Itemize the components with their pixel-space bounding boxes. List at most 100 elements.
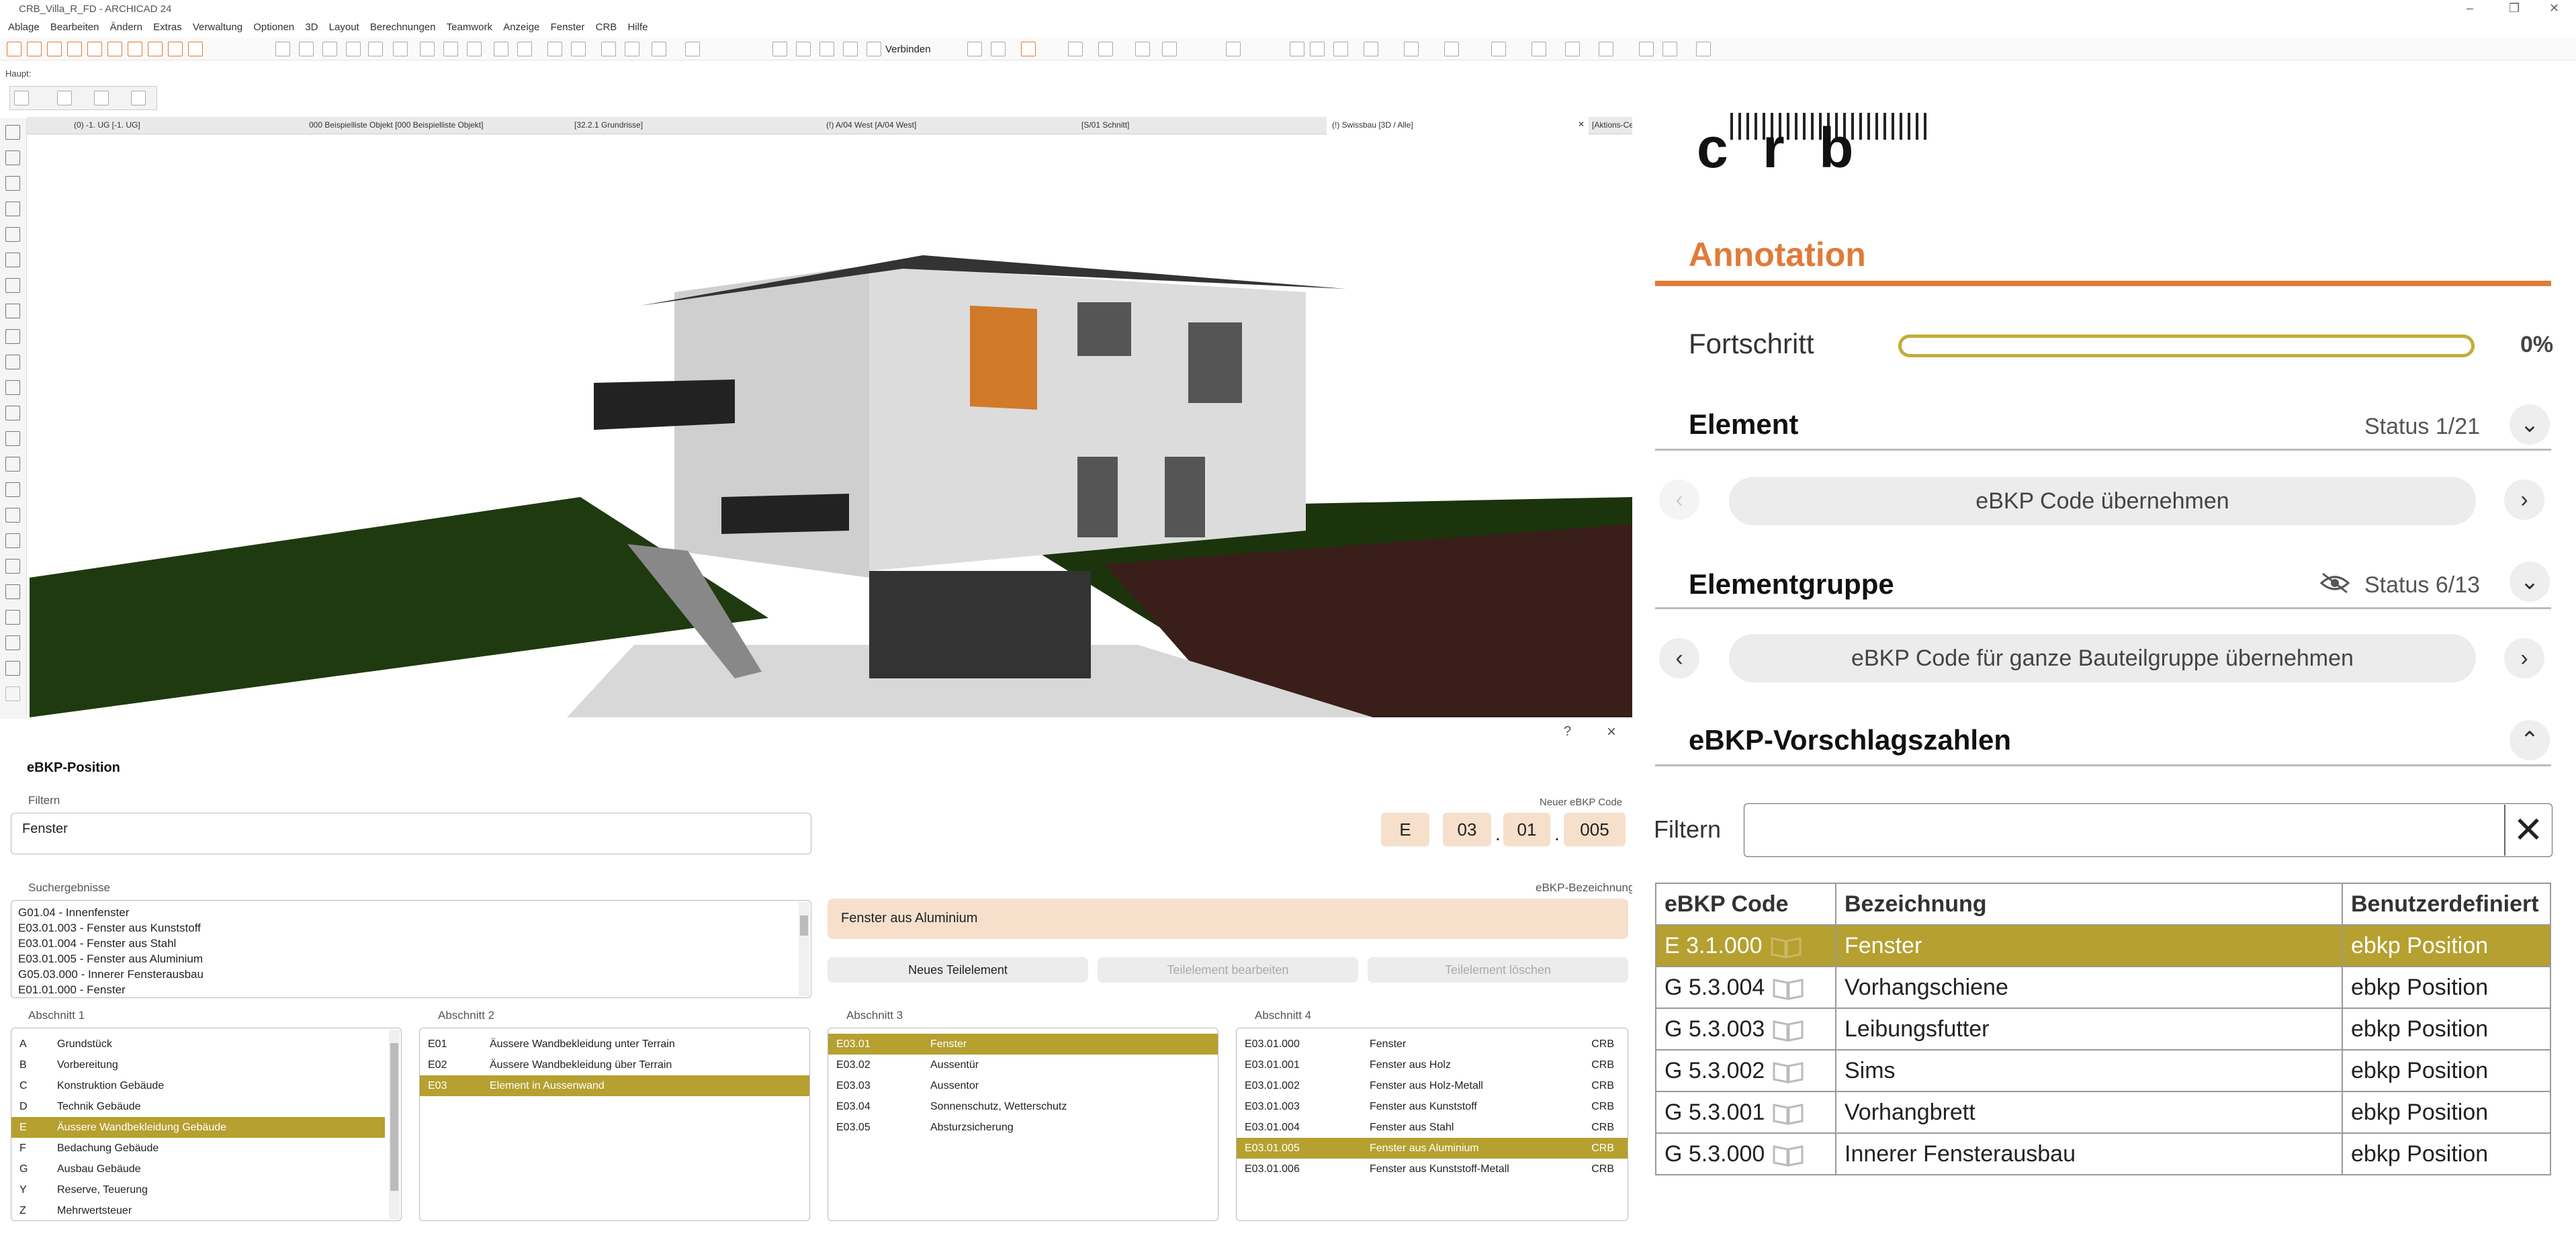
list-item[interactable]: F Bedachung Gebäude — [11, 1138, 401, 1159]
element-prev-icon[interactable]: ‹ — [1659, 480, 1699, 520]
restore-icon[interactable]: ❐ — [2509, 1, 2520, 15]
list-item[interactable]: Z Mehrwertsteuer — [11, 1200, 401, 1220]
grid-snap-icon[interactable] — [571, 42, 586, 56]
arrow-select-icon[interactable] — [14, 91, 29, 105]
section2-list[interactable]: E01 Äussere Wandbekleidung unter Terrain … — [419, 1028, 810, 1221]
menu-anzeige[interactable]: Anzeige — [503, 21, 539, 33]
camera-icon[interactable] — [1599, 42, 1613, 56]
list-item[interactable]: E03.02 Aussentür — [828, 1055, 1218, 1075]
menu-crb[interactable]: CRB — [596, 21, 617, 33]
result-item[interactable]: E03.01.004 - Fenster aus Stahl — [11, 937, 811, 952]
book-icon[interactable] — [1771, 1019, 1805, 1042]
list-item[interactable]: D Technik Gebäude — [11, 1096, 401, 1117]
print-icon[interactable] — [368, 42, 383, 56]
layers-icon[interactable] — [67, 42, 82, 56]
object-tool-icon[interactable] — [5, 431, 20, 446]
adjust-icon[interactable] — [867, 42, 881, 56]
list-item[interactable]: E03.05 Absturzsicherung — [828, 1117, 1218, 1138]
house-icon[interactable] — [1290, 42, 1304, 56]
list-item[interactable]: E03.01.000 Fenster CRB — [1237, 1034, 1628, 1055]
mesh-tool-icon[interactable] — [5, 482, 20, 497]
results-scrollbar[interactable] — [799, 902, 809, 996]
group-prev-icon[interactable]: ‹ — [1659, 638, 1699, 678]
stair-tool-icon[interactable] — [5, 329, 20, 344]
book-icon[interactable] — [1771, 1144, 1805, 1167]
menu-ablage[interactable]: Ablage — [8, 21, 40, 33]
code-part-3[interactable]: 01 — [1503, 813, 1550, 846]
verbinden-label[interactable]: Verbinden — [885, 44, 931, 55]
link-icon[interactable] — [188, 42, 203, 56]
section4-list[interactable]: E03.01.000 Fenster CRB E03.01.001 Fenster a… — [1236, 1028, 1628, 1221]
split-icon[interactable] — [796, 42, 811, 56]
table-row[interactable]: G 5.3.004 Vorhangschiene ebkp Position — [1655, 966, 2551, 1009]
menu-extras[interactable]: Extras — [153, 21, 182, 33]
beam-tool-icon[interactable] — [5, 253, 20, 267]
tag-icon[interactable] — [1162, 42, 1177, 56]
book-icon[interactable] — [1769, 936, 1803, 958]
magic-wand-icon[interactable] — [601, 42, 616, 56]
teamwork-icon[interactable] — [168, 42, 183, 56]
tab-ug[interactable]: (0) -1. UG [-1. UG] — [74, 120, 140, 130]
marquee-icon[interactable] — [57, 91, 72, 105]
code-part-2[interactable]: 03 — [1443, 813, 1491, 846]
new-subelement-button[interactable]: Neues Teilelement — [828, 957, 1088, 983]
marquee-tool-icon[interactable] — [5, 150, 20, 165]
menu-optionen[interactable]: Optionen — [253, 21, 294, 33]
save-as-icon[interactable] — [346, 42, 361, 56]
delete-subelement-button[interactable]: Teilelement löschen — [1368, 957, 1628, 983]
result-item[interactable]: G05.03.000 - Innerer Fensterausbau — [11, 968, 811, 983]
list-item[interactable]: E03.04 Sonnenschutz, Wetterschutz — [828, 1096, 1218, 1117]
building-icon[interactable] — [1333, 42, 1348, 56]
save-icon[interactable] — [47, 42, 62, 56]
tab-beispielliste[interactable]: 000 Beispielliste Objekt [000 Beispielli… — [309, 120, 483, 130]
distribute-icon[interactable] — [843, 42, 858, 56]
globe-icon[interactable] — [1696, 42, 1711, 56]
section3-list[interactable]: E03.01 Fenster E03.02 Aussentür E03.03 Auss… — [828, 1028, 1218, 1221]
section1-list[interactable]: A Grundstück B Vorbereitung C Konstruktion … — [11, 1028, 402, 1221]
tab-close-icon[interactable]: ✕ — [1578, 120, 1585, 129]
group-next-icon[interactable]: › — [2504, 638, 2544, 678]
element-next-icon[interactable]: › — [2504, 480, 2544, 520]
pencil-icon[interactable] — [685, 42, 700, 56]
roof-tool-icon[interactable] — [5, 304, 20, 318]
cut-icon[interactable] — [420, 42, 435, 56]
menu-teamwork[interactable]: Teamwork — [447, 21, 492, 33]
column-tool-icon[interactable] — [5, 227, 20, 242]
curtain-wall-tool-icon[interactable] — [5, 508, 20, 523]
list-item[interactable]: E03.01.001 Fenster aus Holz CRB — [1237, 1055, 1628, 1075]
roof-icon[interactable] — [1364, 42, 1378, 56]
tab-swissbau[interactable]: (!) Swissbau [3D / Alle] ✕ — [1327, 117, 1589, 134]
eye-off-icon[interactable] — [2319, 571, 2351, 595]
list-item-selected[interactable]: E03.01 Fenster — [828, 1034, 1218, 1055]
section-icon[interactable] — [1098, 42, 1113, 56]
new-file-icon[interactable] — [275, 42, 290, 56]
figure-tool-icon[interactable] — [5, 610, 20, 625]
lamp-tool-icon[interactable] — [5, 584, 20, 599]
list-item[interactable]: B Vorbereitung — [11, 1055, 401, 1075]
menu-berechnungen[interactable]: Berechnungen — [370, 21, 436, 33]
table-row[interactable]: G 5.3.000 Innerer Fensterausbau ebkp Pos… — [1655, 1132, 2551, 1175]
trim-icon[interactable] — [772, 42, 787, 56]
list-item[interactable]: E03.03 Aussentor — [828, 1075, 1218, 1096]
wall-tool-icon[interactable] — [5, 176, 20, 191]
list-item[interactable]: A Grundstück — [11, 1034, 401, 1055]
skylight-tool-icon[interactable] — [5, 559, 20, 574]
window-layout-icon[interactable] — [1639, 42, 1654, 56]
result-item[interactable]: E03.01.003 - Fenster aus Kunststoff — [11, 922, 811, 937]
clear-filter-icon[interactable]: ✕ — [2504, 805, 2551, 856]
book-icon[interactable] — [1771, 1061, 1805, 1083]
designation-field[interactable]: Fenster aus Aluminium — [828, 899, 1628, 939]
cursor-icon[interactable] — [131, 91, 146, 105]
shell-tool-icon[interactable] — [5, 380, 20, 395]
tab-schnitt[interactable]: [S/01 Schnitt] — [1081, 120, 1129, 130]
edit-subelement-button[interactable]: Teilelement bearbeiten — [1098, 957, 1358, 983]
list-item[interactable]: E01 Äussere Wandbekleidung unter Terrain — [420, 1034, 809, 1055]
close-panel-icon[interactable]: × — [1607, 723, 1616, 742]
pointer-icon[interactable] — [547, 42, 562, 56]
list-item[interactable]: E02 Äussere Wandbekleidung über Terrain — [420, 1055, 809, 1075]
help-icon[interactable]: ? — [1564, 724, 1571, 740]
list-item[interactable]: C Konstruktion Gebäude — [11, 1075, 401, 1096]
copy-icon[interactable] — [443, 42, 458, 56]
menu-hilfe[interactable]: Hilfe — [627, 21, 648, 33]
house2-icon[interactable] — [1310, 42, 1325, 56]
